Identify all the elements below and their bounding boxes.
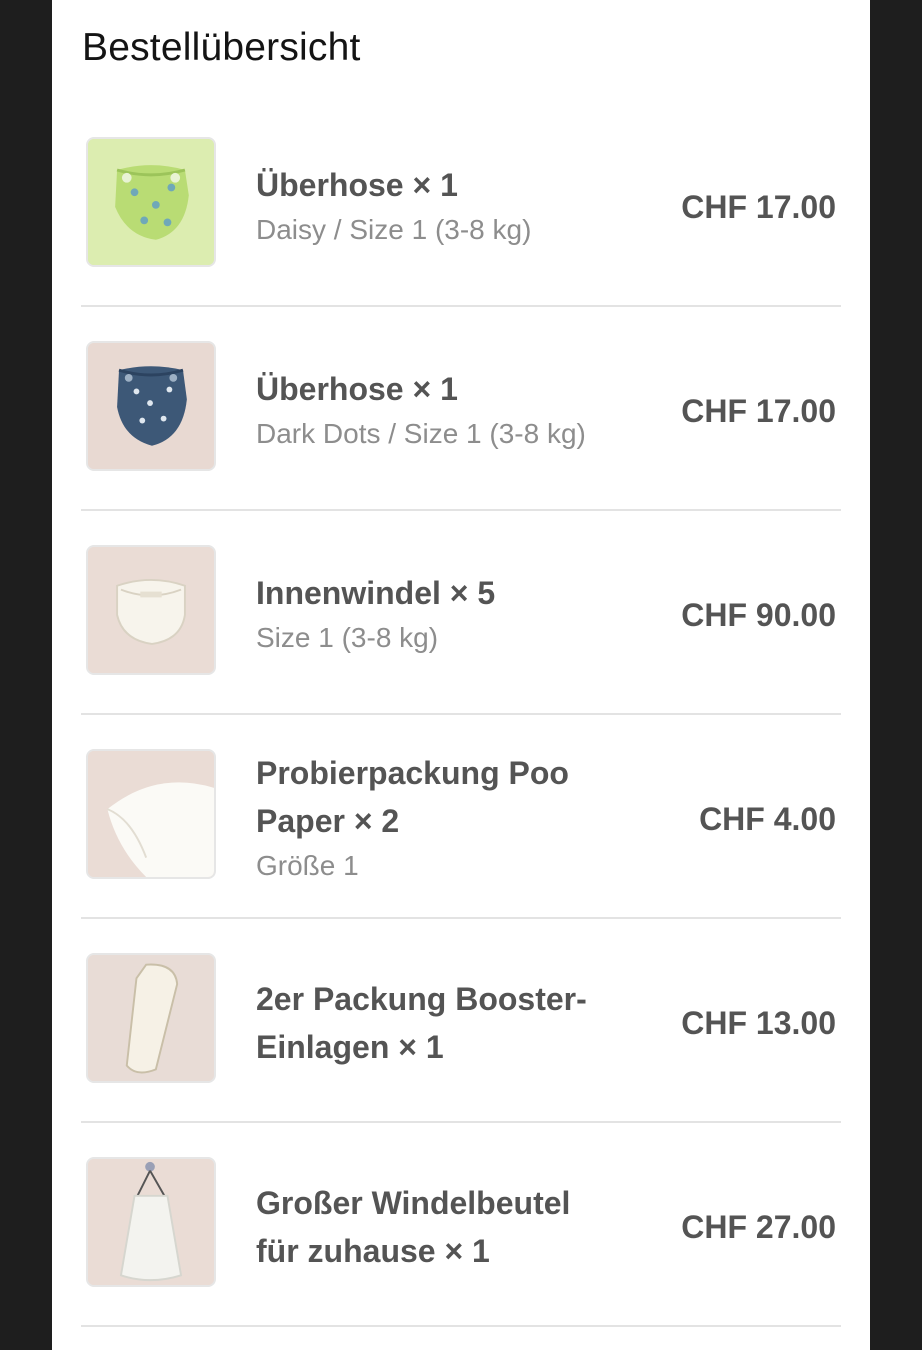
page-title: Bestellübersicht (82, 26, 361, 69)
item-variant: Size 1 (3-8 kg) (256, 622, 439, 653)
diaper-cover-image (88, 139, 214, 265)
order-item: Überhose × 1 Dark Dots / Size 1 (3-8 kg)… (81, 307, 841, 511)
item-price: CHF 27.00 (681, 1209, 836, 1245)
item-variant: Daisy / Size 1 (3-8 kg) (256, 214, 532, 245)
item-name: Überhose × 1 (256, 167, 458, 203)
order-item: Innenwindel × 5 Size 1 (3-8 kg) CHF 90.0… (81, 511, 841, 715)
order-summary-panel: Bestellübersicht Überhose × 1 Daisy / Si… (52, 0, 870, 1350)
item-variant: Dark Dots / Size 1 (3-8 kg) (256, 418, 586, 449)
product-image (86, 953, 216, 1083)
diaper-cover-image (88, 343, 214, 469)
item-name: Überhose × 1 (256, 371, 458, 407)
item-name: Innenwindel × 5 (256, 575, 496, 611)
product-image (86, 341, 216, 471)
product-image (86, 1157, 216, 1287)
item-name-line-2: für zuhause × 1 (256, 1233, 490, 1269)
item-price: CHF 13.00 (681, 1005, 836, 1041)
item-name-line-2: Paper × 2 (256, 803, 400, 839)
item-price: CHF 90.00 (681, 597, 836, 633)
order-item: Probierpackung Poo Paper × 2 Größe 1 CHF… (81, 715, 841, 919)
booster-insert-image (88, 955, 214, 1081)
inner-diaper-image (88, 547, 214, 673)
item-price: CHF 4.00 (699, 801, 836, 837)
diaper-bag-image (88, 1159, 214, 1285)
item-price: CHF 17.00 (681, 189, 836, 225)
order-item: Großer Windelbeutel für zuhause × 1 CHF … (81, 1123, 841, 1327)
item-price: CHF 17.00 (681, 393, 836, 429)
item-name-line-1: Großer Windelbeutel (256, 1185, 571, 1221)
product-image (86, 749, 216, 879)
product-image (86, 545, 216, 675)
order-item: Überhose × 1 Daisy / Size 1 (3-8 kg) CHF… (81, 103, 841, 307)
liner-paper-image (88, 751, 214, 877)
item-variant: Größe 1 (256, 850, 359, 881)
item-name-line-1: Probierpackung Poo (256, 755, 569, 791)
item-name-line-2: Einlagen × 1 (256, 1029, 444, 1065)
item-name-line-1: 2er Packung Booster- (256, 981, 587, 1017)
product-image (86, 137, 216, 267)
order-item: 2er Packung Booster- Einlagen × 1 CHF 13… (81, 919, 841, 1123)
